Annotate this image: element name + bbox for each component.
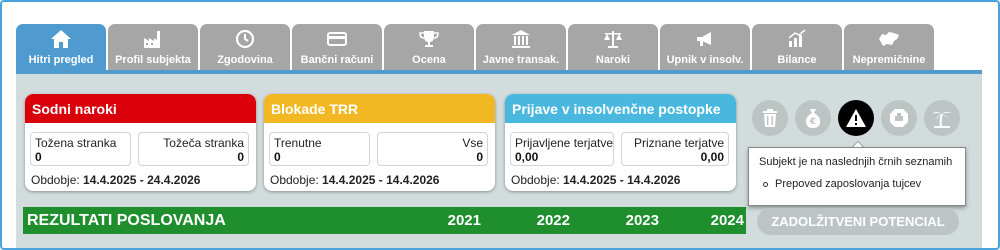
tab-naroki[interactable]: Naroki bbox=[568, 24, 658, 70]
tooltip-title: Subjekt je na naslednjih črnih seznamih bbox=[759, 156, 953, 168]
tooltip-item: Prepoved zaposlovanja tujcev bbox=[775, 178, 922, 190]
box-tozena-stranka: Tožena stranka 0 bbox=[30, 132, 131, 166]
slovenia-map-icon bbox=[844, 29, 934, 49]
period-value: 14.4.2025 - 14.4.2026 bbox=[563, 173, 681, 187]
home-icon bbox=[16, 29, 106, 49]
bar-chart-icon bbox=[752, 29, 842, 49]
box-value: 0,00 bbox=[700, 150, 724, 164]
box-tozeca-stranka: Tožeča stranka 0 bbox=[138, 132, 249, 166]
svg-text:€: € bbox=[809, 117, 816, 127]
box-label: Prijavljene terjatve bbox=[515, 136, 614, 150]
tab-profil-subjekta[interactable]: Profil subjekta bbox=[108, 24, 198, 70]
card-title: Blokade TRR bbox=[264, 94, 495, 123]
factory-icon bbox=[108, 29, 198, 49]
results-year: 2024 bbox=[710, 212, 744, 229]
box-value: 0 bbox=[35, 150, 42, 164]
tab-label: Zgodovina bbox=[217, 54, 273, 66]
box-label: Priznane terjatve bbox=[633, 136, 724, 150]
results-year: 2021 bbox=[447, 212, 481, 229]
period-label: Obdobje: bbox=[270, 173, 319, 187]
tab-label: Javne transak. bbox=[482, 54, 560, 66]
tab-bancni-racuni[interactable]: Bančni računi bbox=[292, 24, 382, 70]
period-label: Obdobje: bbox=[511, 173, 560, 187]
tab-ocena[interactable]: Ocena bbox=[384, 24, 474, 70]
history-icon bbox=[200, 29, 290, 49]
tab-zgodovina[interactable]: Zgodovina bbox=[200, 24, 290, 70]
period: Obdobje: 14.4.2025 - 24.4.2026 bbox=[31, 173, 200, 187]
box-vse: Vse 0 bbox=[377, 132, 488, 166]
tab-bilance[interactable]: Bilance bbox=[752, 24, 842, 70]
institution-icon bbox=[476, 29, 566, 49]
period-label: Obdobje: bbox=[31, 173, 80, 187]
period: Obdobje: 14.4.2025 - 14.4.2026 bbox=[511, 173, 680, 187]
box-label: Tožeča stranka bbox=[163, 136, 244, 150]
scales-icon bbox=[568, 29, 658, 49]
tab-label: Profil subjekta bbox=[115, 54, 191, 66]
box-label: Vse bbox=[462, 136, 483, 150]
trash-icon[interactable] bbox=[752, 100, 788, 136]
tab-label: Bilance bbox=[777, 54, 817, 66]
period: Obdobje: 14.4.2025 - 14.4.2026 bbox=[270, 173, 439, 187]
quick-overview-panel: Sodni naroki Tožena stranka 0 Tožeča str… bbox=[16, 74, 982, 248]
box-value: 0,00 bbox=[515, 150, 539, 164]
app-window: Hitri pregled Profil subjekta Zgodovina … bbox=[0, 0, 1000, 250]
period-value: 14.4.2025 - 24.4.2026 bbox=[83, 173, 201, 187]
megaphone-icon bbox=[660, 29, 750, 49]
tab-hitri-pregled[interactable]: Hitri pregled bbox=[16, 24, 106, 70]
zadolzitveni-potencial-button[interactable]: ZADOLŽITVENI POTENCIAL bbox=[757, 208, 959, 235]
box-trenutne: Trenutne 0 bbox=[269, 132, 370, 166]
tab-label: Upnik v insolv. bbox=[666, 54, 744, 66]
box-label: Trenutne bbox=[274, 136, 322, 150]
tab-label: Nepremičnine bbox=[852, 54, 926, 66]
box-value: 0 bbox=[476, 150, 483, 164]
results-year: 2023 bbox=[625, 212, 659, 229]
tab-bar: Hitri pregled Profil subjekta Zgodovina … bbox=[16, 24, 934, 70]
results-year: 2022 bbox=[536, 212, 570, 229]
box-value: 0 bbox=[237, 150, 244, 164]
tab-label: Naroki bbox=[595, 54, 631, 66]
tab-upnik-v-insolv[interactable]: Upnik v insolv. bbox=[660, 24, 750, 70]
tab-label: Ocena bbox=[412, 54, 446, 66]
card-title: Prijave v insolvenčne postopke bbox=[505, 94, 736, 123]
money-bag-icon[interactable]: € bbox=[795, 100, 831, 136]
bullet-icon bbox=[763, 182, 768, 187]
card-sodni-naroki: Sodni naroki Tožena stranka 0 Tožeča str… bbox=[25, 94, 256, 191]
card-prijave-insolvencne: Prijave v insolvenčne postopke Prijavlje… bbox=[505, 94, 736, 191]
box-label: Tožena stranka bbox=[35, 136, 117, 150]
results-title: REZULTATI POSLOVANJA bbox=[27, 212, 226, 229]
tab-label: Bančni računi bbox=[300, 54, 374, 66]
tab-label: Hitri pregled bbox=[28, 54, 94, 66]
box-priznane-terjatve: Priznane terjatve 0,00 bbox=[621, 132, 729, 166]
blacklist-tooltip: Subjekt je na naslednjih črnih seznamih … bbox=[748, 147, 966, 206]
card-title: Sodni naroki bbox=[25, 94, 256, 123]
results-header: REZULTATI POSLOVANJA 2021 2022 2023 2024 bbox=[23, 207, 746, 234]
box-prijavljene-terjatve: Prijavljene terjatve 0,00 bbox=[510, 132, 614, 166]
tab-javne-transakcije[interactable]: Javne transak. bbox=[476, 24, 566, 70]
bank-card-icon bbox=[292, 29, 382, 49]
trophy-icon bbox=[384, 29, 474, 49]
warning-icon[interactable] bbox=[838, 100, 874, 136]
period-value: 14.4.2025 - 14.4.2026 bbox=[322, 173, 440, 187]
palm-tree-icon[interactable] bbox=[924, 100, 960, 136]
tab-nepremicnine[interactable]: Nepremičnine bbox=[844, 24, 934, 70]
badge-icon[interactable] bbox=[881, 100, 917, 136]
box-value: 0 bbox=[274, 150, 281, 164]
card-blokade-trr: Blokade TRR Trenutne 0 Vse 0 Obdobje: 14… bbox=[264, 94, 495, 191]
